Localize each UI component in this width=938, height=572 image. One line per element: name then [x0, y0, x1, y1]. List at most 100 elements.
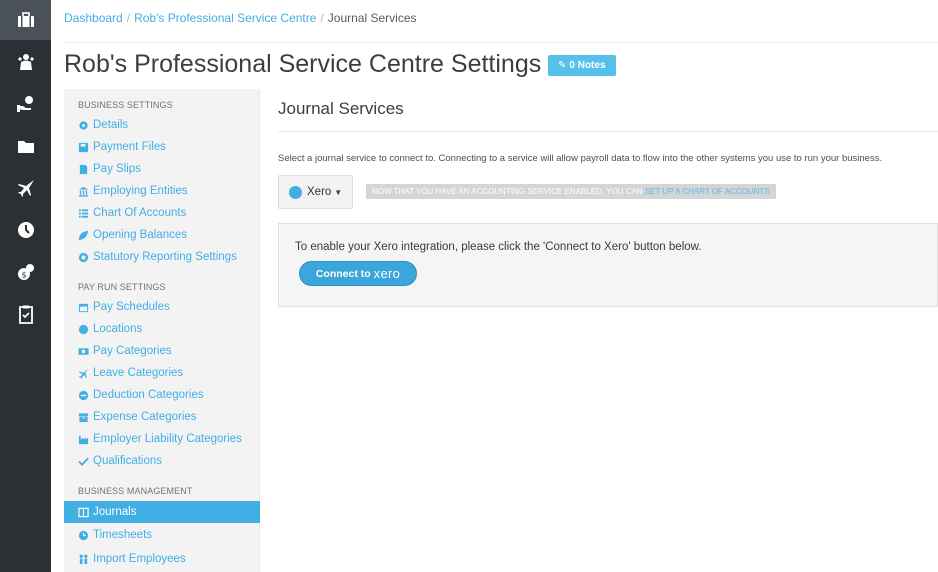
plane-icon: [78, 368, 89, 379]
folder-icon: [17, 141, 34, 153]
sidebar-item-label: Chart Of Accounts: [93, 207, 187, 219]
section-title: Journal Services: [278, 99, 404, 118]
money-icon: [78, 346, 89, 357]
sidebar-item-payment-files[interactable]: Payment Files: [78, 141, 166, 153]
hand-money-icon: [16, 96, 33, 112]
clock-icon: [17, 222, 34, 238]
sidebar-item-label: Statutory Reporting Settings: [93, 251, 237, 263]
xero-brand-label: xero: [373, 266, 401, 281]
check-icon: [78, 456, 89, 467]
calendar-icon: [78, 302, 89, 313]
breadcrumb: Dashboard / Rob's Professional Service Cen…: [64, 11, 417, 25]
chart-of-accounts-link[interactable]: SET UP A CHART OF ACCOUNTS: [645, 187, 770, 196]
sidebar-item-locations[interactable]: Locations: [78, 323, 142, 335]
sidebar-item-label: Employing Entities: [93, 185, 188, 197]
notes-label: 0 Notes: [569, 60, 606, 71]
industry-icon: [78, 434, 89, 445]
minus-circle-icon: [78, 390, 89, 401]
sidebar-item-label: Locations: [93, 323, 143, 335]
xero-logo-icon: [289, 185, 302, 199]
users-icon: [78, 554, 89, 565]
app-rail: $: [0, 0, 51, 572]
clipboard-check-icon: [18, 305, 33, 324]
sidebar-item-chart-of-accounts[interactable]: Chart Of Accounts: [78, 207, 186, 219]
gear-icon: [78, 120, 89, 131]
rail-files-button[interactable]: [0, 126, 51, 166]
bank-icon: [78, 186, 89, 197]
sidebar-item-qualifications[interactable]: Qualifications: [78, 455, 162, 467]
section-pay-run-settings: PAY RUN SETTINGS: [78, 282, 166, 292]
sidebar-item-expense-categories[interactable]: Expense Categories: [78, 411, 197, 423]
lifebuoy-icon: [78, 252, 89, 263]
notes-button[interactable]: ✎ 0 Notes: [548, 55, 616, 76]
coins-icon: $: [17, 264, 34, 280]
breadcrumb-business-link[interactable]: Rob's Professional Service Centre: [134, 11, 316, 25]
section-business-management: BUSINESS MANAGEMENT: [78, 486, 193, 496]
page-title: Rob's Professional Service Centre Settin…: [64, 50, 542, 78]
leaf-icon: [78, 230, 89, 241]
rail-payments-button[interactable]: [0, 84, 51, 124]
clock-icon: [78, 530, 89, 541]
globe-icon: [78, 324, 89, 335]
panel-text: To enable your Xero integration, please …: [295, 241, 702, 253]
sidebar-item-statutory-reporting[interactable]: Statutory Reporting Settings: [78, 251, 237, 263]
description-text: Select a journal service to connect to. …: [278, 153, 883, 164]
edit-icon: ✎: [558, 60, 567, 71]
briefcase-icon: [17, 12, 34, 27]
breadcrumb-separator: /: [126, 11, 131, 25]
sidebar-item-pay-slips[interactable]: Pay Slips: [78, 163, 141, 175]
sidebar-item-deduction-categories[interactable]: Deduction Categories: [78, 389, 204, 401]
sidebar-item-label: Qualifications: [93, 455, 163, 467]
sidebar-item-details[interactable]: Details: [78, 119, 128, 131]
rail-leave-button[interactable]: [0, 168, 51, 208]
sidebar-item-label: Expense Categories: [93, 411, 197, 423]
rail-payroll-button[interactable]: $: [0, 252, 51, 292]
xero-integration-panel: To enable your Xero integration, please …: [278, 223, 938, 307]
columns-icon: [78, 507, 89, 518]
divider: [64, 42, 938, 43]
sidebar-item-label: Pay Schedules: [93, 301, 170, 313]
journal-service-dropdown[interactable]: Xero ▼: [278, 175, 353, 209]
rail-briefcase-button[interactable]: [0, 0, 51, 40]
sidebar-item-label: Employer Liability Categories: [93, 433, 242, 445]
sidebar-item-label: Timesheets: [93, 529, 153, 541]
connect-to-xero-button[interactable]: Connect to xero: [299, 261, 417, 286]
breadcrumb-current: Journal Services: [327, 11, 417, 25]
sidebar-item-label: Import Employees: [93, 553, 186, 565]
file-icon: [78, 164, 89, 175]
sidebar-item-employing-entities[interactable]: Employing Entities: [78, 185, 188, 197]
sidebar-item-label: Payment Files: [93, 141, 166, 153]
archive-icon: [78, 412, 89, 423]
people-icon: [17, 54, 34, 70]
sidebar-item-label: Leave Categories: [93, 367, 184, 379]
rail-tasks-button[interactable]: [0, 294, 51, 334]
sidebar-item-opening-balances[interactable]: Opening Balances: [78, 229, 187, 241]
connect-label: Connect to: [315, 267, 371, 280]
sidebar-item-employer-liability[interactable]: Employer Liability Categories: [78, 433, 242, 445]
breadcrumb-separator: /: [320, 11, 324, 25]
svg-text:$: $: [21, 271, 26, 280]
sidebar-item-label: Pay Slips: [93, 163, 141, 175]
rail-time-button[interactable]: [0, 210, 51, 250]
sidebar-item-timesheets[interactable]: Timesheets: [78, 529, 152, 541]
sidebar-item-label: Deduction Categories: [93, 389, 204, 401]
section-business-settings: BUSINESS SETTINGS: [78, 100, 173, 110]
sidebar-item-label: Details: [93, 119, 129, 131]
sidebar-item-leave-categories[interactable]: Leave Categories: [78, 367, 183, 379]
notice-text: NOW THAT YOU HAVE AN ACCOUNTING SERVICE …: [372, 187, 643, 196]
sidebar-item-label: Journals: [93, 506, 137, 518]
sidebar-item-import-employees[interactable]: Import Employees: [78, 553, 186, 565]
list-icon: [78, 208, 89, 219]
notice-label: NOW THAT YOU HAVE AN ACCOUNTING SERVICE …: [366, 184, 776, 199]
floppy-icon: [78, 142, 89, 153]
sidebar-item-label: Pay Categories: [93, 345, 172, 357]
breadcrumb-dashboard-link[interactable]: Dashboard: [64, 11, 123, 25]
sidebar-item-label: Opening Balances: [93, 229, 187, 241]
sidebar-item-pay-categories[interactable]: Pay Categories: [78, 345, 172, 357]
caret-down-icon: ▼: [334, 187, 343, 197]
sidebar-item-pay-schedules[interactable]: Pay Schedules: [78, 301, 170, 313]
service-label: Xero: [307, 186, 332, 198]
plane-icon: [17, 180, 34, 197]
sidebar-item-journals[interactable]: Journals: [64, 501, 260, 523]
rail-employees-button[interactable]: [0, 42, 51, 82]
